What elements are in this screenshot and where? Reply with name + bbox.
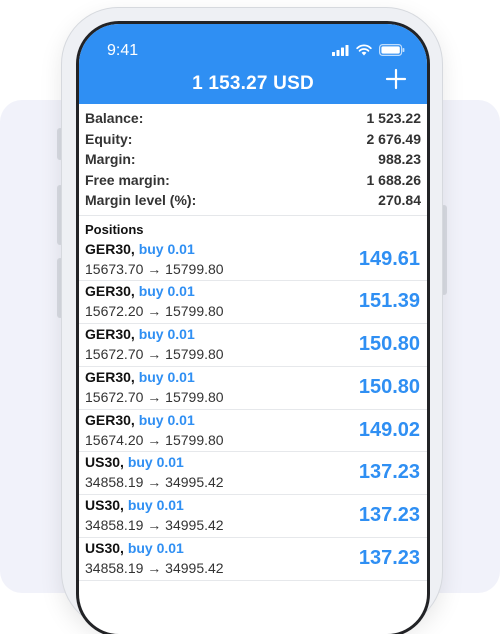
status-time: 9:41	[107, 42, 139, 59]
position-row[interactable]: GER30, buy 0.01 15672.70 → 15799.80 150.…	[79, 367, 427, 410]
position-side: buy 0.01	[138, 326, 195, 343]
app-header: 9:41 1 153.27 USD	[79, 24, 427, 104]
position-row[interactable]: GER30, buy 0.01 15672.20 → 15799.80 151.…	[79, 281, 427, 325]
position-symbol: GER30,	[85, 283, 135, 300]
position-symbol: GER30,	[85, 411, 135, 428]
position-title: GER30, buy 0.01	[85, 369, 195, 385]
summary-row-margin-level: Margin level (%): 270.84	[85, 190, 421, 211]
balance-title: 1 153.27 USD	[192, 73, 314, 94]
position-row[interactable]: US30, buy 0.01 34858.19 → 34995.42 137.2…	[79, 452, 427, 496]
summary-row-balance: Balance: 1 523.22	[85, 108, 421, 129]
position-symbol: US30,	[85, 497, 124, 514]
position-prices: 15673.70 → 15799.80	[85, 260, 224, 277]
position-profit: 150.80	[358, 333, 420, 356]
position-title: US30, buy 0.01	[85, 454, 184, 470]
summary-row-free-margin: Free margin: 1 688.26	[85, 170, 421, 191]
position-prices: 15672.70 → 15799.80	[85, 388, 224, 405]
summary-value: 1 523.22	[366, 110, 422, 127]
position-symbol: GER30,	[85, 368, 135, 385]
position-title: GER30, buy 0.01	[85, 283, 195, 299]
position-prices: 34858.19 → 34995.42	[85, 517, 224, 534]
position-title: US30, buy 0.01	[85, 497, 184, 513]
signal-icon	[332, 44, 349, 56]
status-icons	[332, 44, 405, 56]
position-profit: 149.61	[358, 247, 420, 270]
position-symbol: US30,	[85, 540, 124, 557]
position-row[interactable]: US30, buy 0.01 34858.19 → 34995.42 137.2…	[79, 495, 427, 539]
summary-label: Free margin:	[85, 171, 170, 188]
position-side: buy 0.01	[138, 240, 195, 257]
position-prices: 34858.19 → 34995.42	[85, 560, 224, 577]
position-row[interactable]: US30, buy 0.01 34858.19 → 34995.42 137.2…	[79, 538, 427, 581]
summary-value: 2 676.49	[366, 130, 422, 147]
summary-row-margin: Margin: 988.23	[85, 149, 421, 170]
plus-icon[interactable]	[385, 68, 407, 90]
position-side: buy 0.01	[127, 454, 184, 471]
position-profit: 137.23	[358, 547, 420, 570]
position-prices: 34858.19 → 34995.42	[85, 474, 224, 491]
position-title: GER30, buy 0.01	[85, 241, 195, 257]
position-row[interactable]: GER30, buy 0.01 15673.70 → 15799.80 149.…	[79, 239, 427, 282]
position-side: buy 0.01	[138, 368, 195, 385]
position-side: buy 0.01	[138, 283, 195, 300]
position-prices: 15672.20 → 15799.80	[85, 303, 224, 320]
position-title: GER30, buy 0.01	[85, 412, 195, 428]
account-summary: Balance: 1 523.22 Equity: 2 676.49 Margi…	[79, 104, 427, 211]
summary-label: Equity:	[85, 130, 133, 147]
position-profit: 137.23	[358, 504, 420, 527]
position-profit: 151.39	[358, 290, 420, 313]
position-title: US30, buy 0.01	[85, 540, 184, 556]
position-side: buy 0.01	[138, 411, 195, 428]
position-symbol: GER30,	[85, 240, 135, 257]
position-profit: 150.80	[358, 375, 420, 398]
position-prices: 15672.70 → 15799.80	[85, 346, 224, 363]
summary-label: Margin:	[85, 151, 136, 168]
wifi-icon	[356, 44, 372, 56]
position-row[interactable]: GER30, buy 0.01 15672.70 → 15799.80 150.…	[79, 324, 427, 367]
position-side: buy 0.01	[127, 540, 184, 557]
position-title: GER30, buy 0.01	[85, 326, 195, 342]
summary-row-equity: Equity: 2 676.49	[85, 129, 421, 150]
position-profit: 149.02	[358, 418, 420, 441]
summary-value: 988.23	[378, 151, 421, 168]
position-symbol: GER30,	[85, 326, 135, 343]
positions-list: GER30, buy 0.01 15673.70 → 15799.80 149.…	[79, 239, 427, 581]
position-profit: 137.23	[358, 461, 420, 484]
summary-label: Margin level (%):	[85, 192, 197, 209]
summary-value: 270.84	[378, 192, 421, 209]
summary-label: Balance:	[85, 110, 144, 127]
phone-screen: 9:41 1 153.27 USD Balance: 1 523.22 Equi…	[79, 24, 427, 634]
battery-icon	[379, 44, 405, 56]
position-row[interactable]: GER30, buy 0.01 15674.20 → 15799.80 149.…	[79, 410, 427, 453]
position-prices: 15674.20 → 15799.80	[85, 431, 224, 448]
position-symbol: US30,	[85, 454, 124, 471]
summary-value: 1 688.26	[366, 171, 422, 188]
position-side: buy 0.01	[127, 497, 184, 514]
positions-heading: Positions	[85, 221, 144, 237]
